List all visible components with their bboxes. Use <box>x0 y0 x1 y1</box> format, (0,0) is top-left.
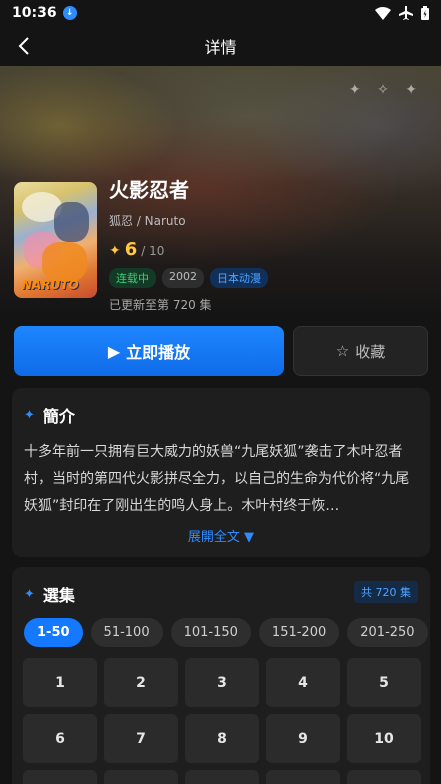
wifi-icon <box>375 6 391 20</box>
episode-button[interactable]: 11 <box>23 770 97 784</box>
range-tab[interactable]: 101-150 <box>170 618 251 647</box>
episode-button[interactable]: 14 <box>266 770 340 784</box>
episode-button[interactable]: 4 <box>266 658 340 707</box>
rating: ✦ 6 / 10 <box>109 239 429 260</box>
episode-button[interactable]: 1 <box>23 658 97 707</box>
range-tab[interactable]: 201-250 <box>347 618 428 647</box>
range-tab[interactable]: 51-100 <box>90 618 163 647</box>
range-tab[interactable]: 1-50 <box>24 618 83 647</box>
episode-button[interactable]: 8 <box>185 714 259 763</box>
poster-image[interactable]: NARUTO <box>14 182 97 298</box>
status-time: 10:36 <box>12 5 57 21</box>
show-title: 火影忍者 <box>109 178 189 202</box>
episode-button[interactable]: 6 <box>23 714 97 763</box>
expand-button[interactable]: 展開全文 ▼ <box>12 526 430 545</box>
page-title: 详情 <box>204 38 237 57</box>
favorite-label: 收藏 <box>355 342 386 361</box>
download-icon: ↓ <box>62 6 77 20</box>
show-info: 火影忍者 狐忍 / Naruto ✦ 6 / 10 连载中 2002 日本动漫 … <box>109 170 429 313</box>
play-icon: ▶ <box>107 341 121 361</box>
play-button[interactable]: ▶ 立即播放 <box>14 326 284 376</box>
sparkle-icon: ✦ <box>24 586 35 602</box>
range-tab[interactable]: 151-200 <box>258 618 340 647</box>
sparkle-icon: ✦ <box>24 407 35 423</box>
episode-button[interactable]: 2 <box>104 658 178 707</box>
episode-button[interactable]: 10 <box>347 714 421 763</box>
range-tabs: 1-50 51-100 101-150 151-200 201-250 251-… <box>12 606 430 647</box>
back-button[interactable] <box>10 32 38 60</box>
episode-count-badge: 共 720 集 <box>354 581 418 603</box>
airplane-icon <box>399 6 413 20</box>
rating-score: 6 <box>124 239 138 260</box>
intro-text: 十多年前一只拥有巨大威力的妖兽“九尾妖狐”袭击了木叶忍者村，当时的第四代火影拼尽… <box>24 444 410 514</box>
episodes-card: ✦ 選集 共 720 集 1-50 51-100 101-150 151-200… <box>12 567 430 784</box>
sparkle-icon: ✦ ✧ ✦ <box>348 82 423 98</box>
year-badge: 2002 <box>162 268 204 288</box>
episode-button[interactable]: 3 <box>185 658 259 707</box>
episode-button[interactable]: 12 <box>104 770 178 784</box>
show-subtitle: 狐忍 / Naruto <box>109 214 186 228</box>
poster-logo: NARUTO <box>22 278 79 292</box>
status-bar: 10:36 ↓ <box>0 0 441 26</box>
nav-bar: 详情 <box>0 26 441 66</box>
episode-button[interactable]: 5 <box>347 658 421 707</box>
genre-badge: 日本动漫 <box>210 268 268 288</box>
status-badge: 连载中 <box>109 268 156 288</box>
episodes-heading: 選集 <box>42 586 75 605</box>
update-status: 已更新至第 720 集 <box>109 298 212 312</box>
status-icons <box>375 6 429 20</box>
episode-grid: 1 2 3 4 5 6 7 8 9 10 11 12 13 14 15 <box>12 647 430 784</box>
star-icon: ✦ <box>109 243 121 259</box>
play-label: 立即播放 <box>126 343 191 362</box>
favorite-button[interactable]: ☆ 收藏 <box>293 326 428 376</box>
episode-button[interactable]: 7 <box>104 714 178 763</box>
tag-list: 连载中 2002 日本动漫 <box>109 268 429 288</box>
battery-icon <box>421 6 429 20</box>
intro-card: ✦ 簡介 十多年前一只拥有巨大威力的妖兽“九尾妖狐”袭击了木叶忍者村，当时的第四… <box>12 388 430 557</box>
intro-header: ✦ 簡介 <box>12 388 430 427</box>
intro-heading: 簡介 <box>42 407 75 426</box>
star-outline-icon: ☆ <box>335 342 350 360</box>
episode-button[interactable]: 15 <box>347 770 421 784</box>
rating-max: / 10 <box>141 244 165 258</box>
episode-button[interactable]: 9 <box>266 714 340 763</box>
chevron-left-icon <box>18 37 29 55</box>
episode-button[interactable]: 13 <box>185 770 259 784</box>
